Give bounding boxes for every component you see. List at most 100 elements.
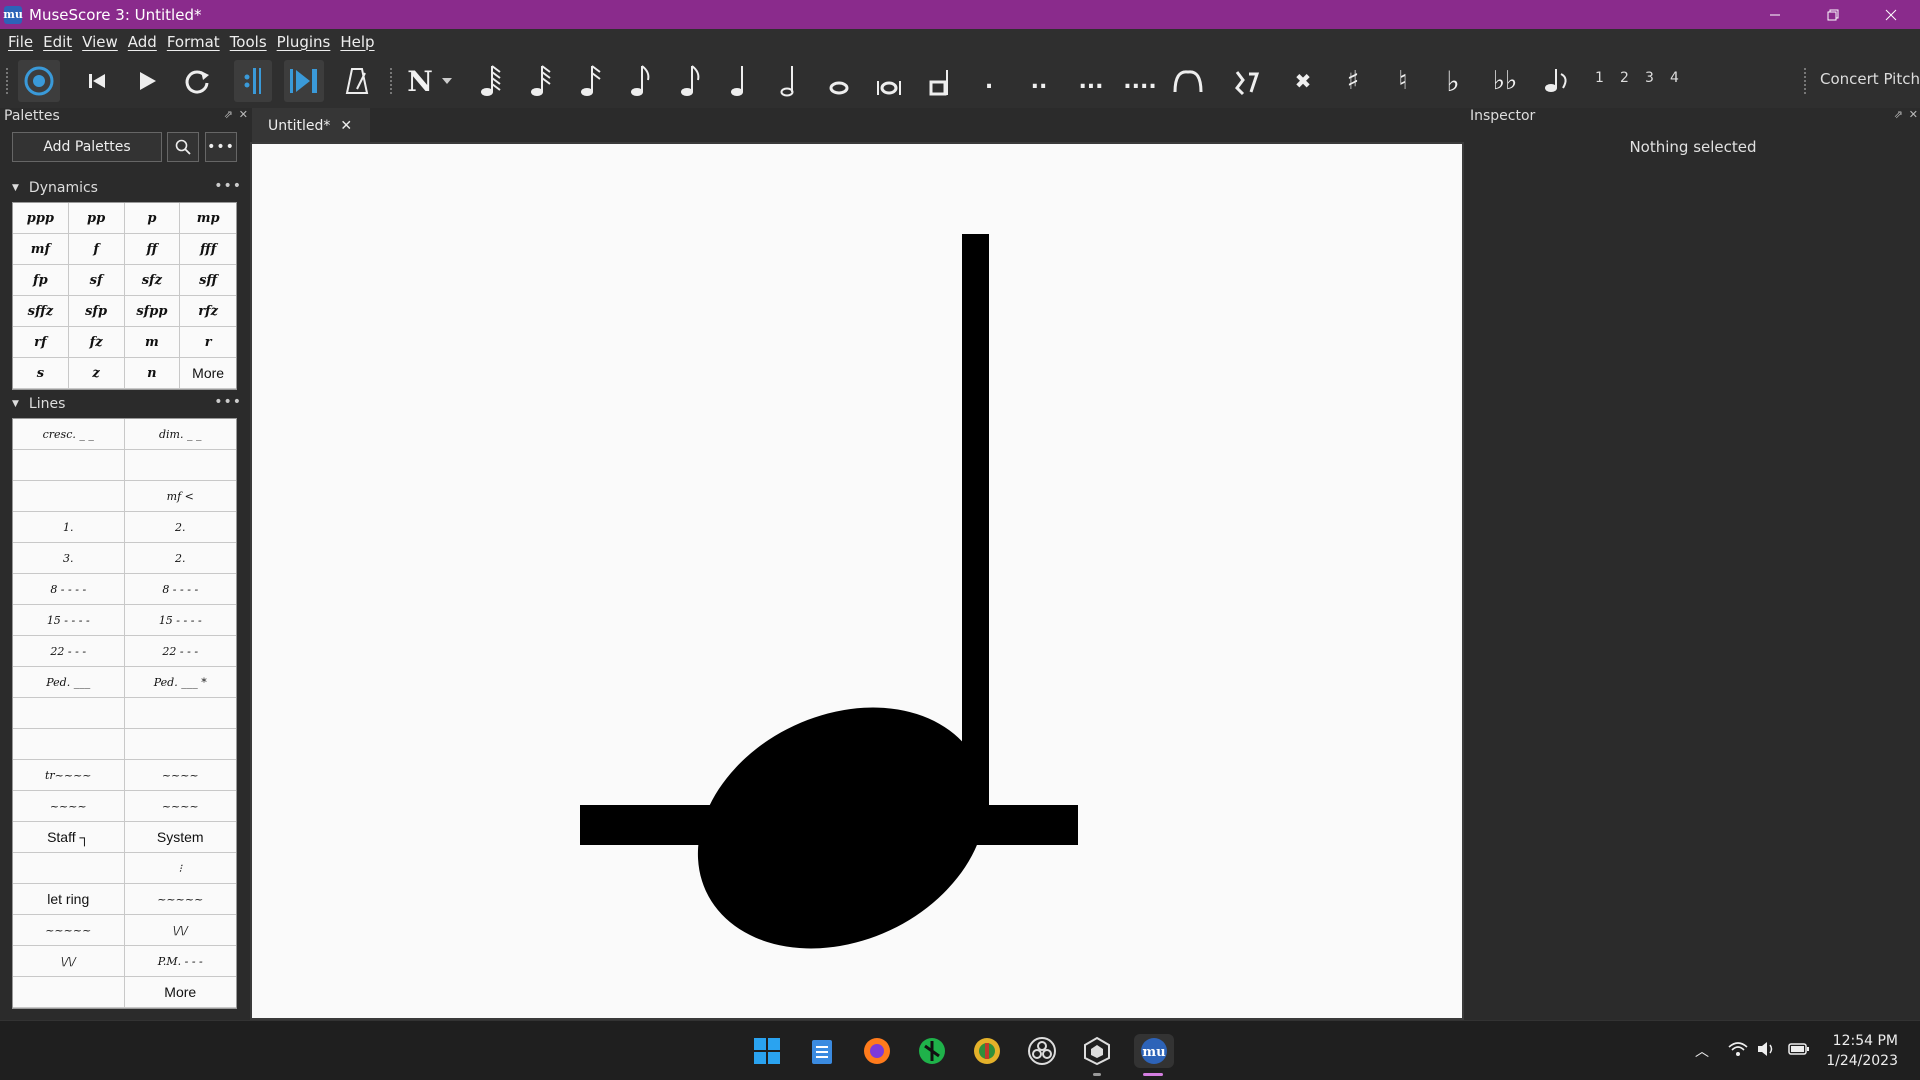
taskbar-unity[interactable] (1080, 1034, 1114, 1068)
line-cell[interactable] (13, 450, 125, 481)
menu-plugins[interactable]: Plugins (272, 33, 336, 51)
toolbar-grip[interactable] (390, 68, 394, 94)
dynamic-cell[interactable]: mp (180, 203, 236, 234)
dynamic-cell[interactable]: m (124, 327, 181, 358)
line-cell[interactable]: 8 - - - - (13, 574, 125, 605)
wifi-icon[interactable] (1728, 1041, 1748, 1061)
mixer-button[interactable] (18, 60, 60, 102)
tray-overflow-icon[interactable]: ︿ (1695, 1041, 1709, 1061)
line-cell[interactable]: tr~~~~ (13, 760, 125, 791)
voice-4-button[interactable]: 4 (1670, 70, 1679, 86)
menu-view[interactable]: View (77, 33, 123, 51)
line-cell[interactable]: More (124, 977, 236, 1008)
duration-32nd-button[interactable] (526, 60, 556, 102)
line-cell[interactable]: 15 - - - - (124, 605, 236, 636)
line-cell[interactable]: ~~~~~ (124, 884, 236, 915)
dynamic-cell[interactable]: sf (68, 265, 125, 296)
dynamic-cell[interactable]: sfpp (124, 296, 181, 327)
dynamic-cell[interactable]: pp (68, 203, 125, 234)
sharp-button[interactable]: ♯ (1338, 60, 1368, 102)
score-canvas[interactable] (252, 144, 1462, 1018)
battery-icon[interactable] (1788, 1041, 1810, 1061)
line-cell[interactable] (13, 853, 125, 884)
palettes-menu-button[interactable]: ••• (205, 132, 237, 162)
dynamics-section-header[interactable]: ▼ Dynamics (12, 180, 98, 196)
voice-2-button[interactable]: 2 (1620, 70, 1629, 86)
duration-whole-button[interactable] (824, 60, 854, 102)
menu-help[interactable]: Help (335, 33, 379, 51)
dynamic-cell[interactable]: sffz (13, 296, 69, 327)
line-cell[interactable]: P.M. - - - (124, 946, 236, 977)
natural-button[interactable]: ♮ (1388, 60, 1418, 102)
line-cell[interactable]: ~~~~~ (13, 915, 125, 946)
line-cell[interactable]: let ring (13, 884, 125, 915)
line-cell[interactable]: 15 - - - - (13, 605, 125, 636)
system-clock[interactable]: 12:54 PM 1/24/2023 (1826, 1031, 1898, 1071)
loop-button[interactable] (178, 60, 216, 102)
taskbar-app-green[interactable] (915, 1034, 949, 1068)
float-icon[interactable]: ⇗ (1894, 108, 1903, 121)
line-cell[interactable]: ~~~~ (124, 760, 236, 791)
dynamic-cell[interactable]: z (68, 358, 125, 389)
line-cell[interactable]: dim. _ _ (124, 419, 236, 450)
double-dot-button[interactable]: .. (1024, 60, 1054, 102)
dynamic-cell[interactable]: rf (13, 327, 69, 358)
line-cell[interactable]: \/\/ (124, 915, 236, 946)
line-cell[interactable]: 2. (124, 543, 236, 574)
line-cell[interactable] (13, 698, 125, 729)
duration-16th-button[interactable] (576, 60, 606, 102)
toolbar-grip[interactable] (1804, 68, 1808, 94)
minimize-button[interactable] (1746, 0, 1804, 29)
line-cell[interactable]: 22 - - - (13, 636, 125, 667)
duration-breve-button[interactable] (874, 60, 904, 102)
menu-edit[interactable]: Edit (38, 33, 77, 51)
duration-quarter-button[interactable] (726, 60, 756, 102)
line-cell[interactable]: ~~~~ (124, 791, 236, 822)
line-cell[interactable]: ~~~~ (13, 791, 125, 822)
flip-direction-button[interactable] (1540, 60, 1574, 102)
line-cell[interactable] (124, 450, 236, 481)
dynamic-cell[interactable]: p (124, 203, 181, 234)
line-cell[interactable] (124, 729, 236, 760)
close-panel-icon[interactable]: ✕ (239, 108, 248, 121)
taskbar-musescore[interactable]: mu (1134, 1034, 1174, 1068)
concert-pitch-toggle[interactable]: Concert Pitch (1820, 70, 1920, 88)
close-panel-icon[interactable]: ✕ (1909, 108, 1918, 121)
restore-button[interactable] (1804, 0, 1862, 29)
dynamic-cell[interactable]: r (180, 327, 236, 358)
note-input-button[interactable]: N (402, 60, 458, 102)
add-palettes-button[interactable]: Add Palettes (12, 132, 162, 162)
dynamic-cell[interactable]: sfp (68, 296, 125, 327)
close-button[interactable] (1862, 0, 1920, 29)
dynamic-cell[interactable]: fff (180, 234, 236, 265)
dynamic-cell[interactable]: s (13, 358, 69, 389)
dynamic-cell[interactable]: sff (180, 265, 236, 296)
dynamic-cell[interactable]: fz (68, 327, 125, 358)
taskbar-app-shield[interactable] (970, 1034, 1004, 1068)
dynamic-cell[interactable]: mf (13, 234, 69, 265)
duration-eighth-button[interactable] (626, 60, 656, 102)
play-button[interactable] (130, 60, 164, 102)
menu-add[interactable]: Add (123, 33, 162, 51)
line-cell[interactable] (13, 977, 125, 1008)
line-cell[interactable]: 1. (13, 512, 125, 543)
triple-dot-button[interactable]: ... (1076, 60, 1106, 102)
line-cell[interactable] (13, 481, 125, 512)
line-cell[interactable]: Staff ┐ (13, 822, 125, 853)
line-cell[interactable]: 2. (124, 512, 236, 543)
dynamic-cell[interactable]: n (124, 358, 181, 389)
float-icon[interactable]: ⇗ (224, 108, 233, 121)
dynamic-cell[interactable]: sfz (124, 265, 181, 296)
quadruple-dot-button[interactable]: .... (1123, 60, 1156, 102)
search-palettes-button[interactable] (167, 132, 199, 162)
dynamic-cell[interactable]: More (180, 358, 236, 389)
rest-button[interactable] (1230, 60, 1264, 102)
rewind-button[interactable] (80, 60, 114, 102)
duration-eighth-alt-button[interactable] (676, 60, 706, 102)
line-cell[interactable]: cresc. _ _ (13, 419, 125, 450)
dynamics-menu-button[interactable]: ••• (214, 178, 242, 194)
duration-half-button[interactable] (776, 60, 806, 102)
pan-score-button[interactable] (284, 60, 324, 102)
toolbar-grip[interactable] (6, 68, 10, 94)
start-button[interactable] (750, 1034, 784, 1068)
